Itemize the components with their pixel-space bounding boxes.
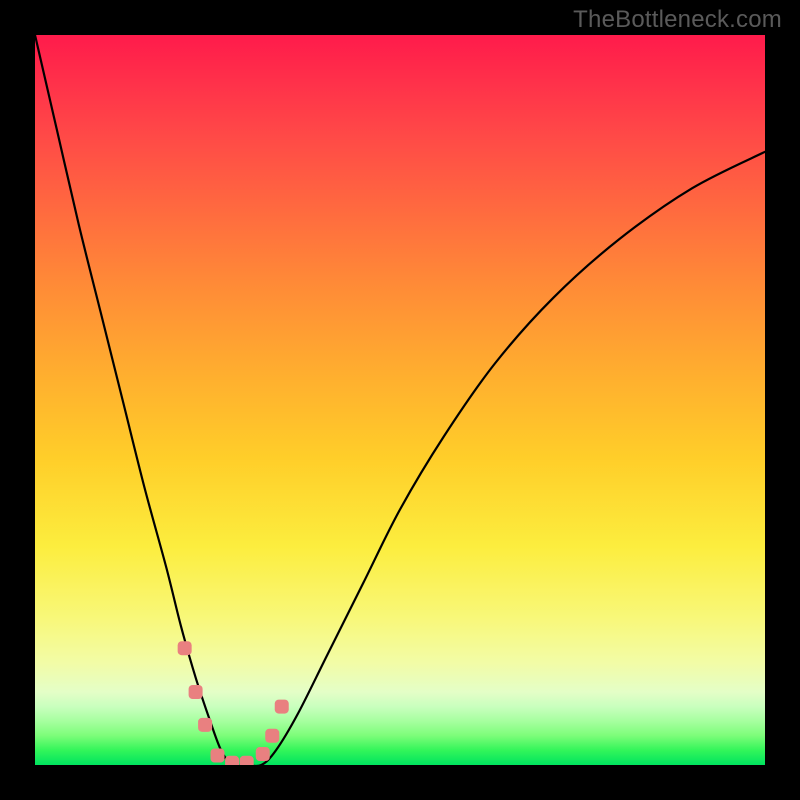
chart-frame: TheBottleneck.com — [0, 0, 800, 800]
marker-point — [225, 756, 239, 765]
marker-point — [189, 685, 203, 699]
chart-svg — [35, 35, 765, 765]
marker-point — [265, 729, 279, 743]
marker-point — [211, 749, 225, 763]
marker-point — [198, 718, 212, 732]
marker-point — [178, 641, 192, 655]
marker-point — [256, 747, 270, 761]
curve-markers — [178, 641, 289, 765]
marker-point — [240, 756, 254, 765]
watermark-text: TheBottleneck.com — [573, 6, 782, 34]
marker-point — [275, 700, 289, 714]
plot-area — [35, 35, 765, 765]
bottleneck-curve — [35, 35, 765, 765]
